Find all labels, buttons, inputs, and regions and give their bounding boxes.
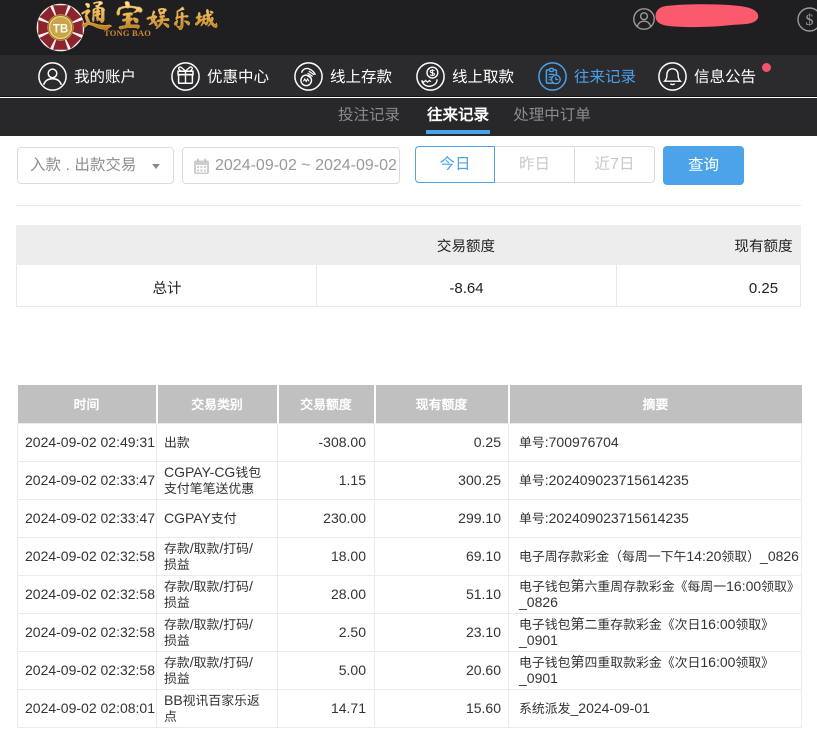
svg-text:TB: TB <box>53 23 68 35</box>
svg-text:$: $ <box>806 12 814 29</box>
